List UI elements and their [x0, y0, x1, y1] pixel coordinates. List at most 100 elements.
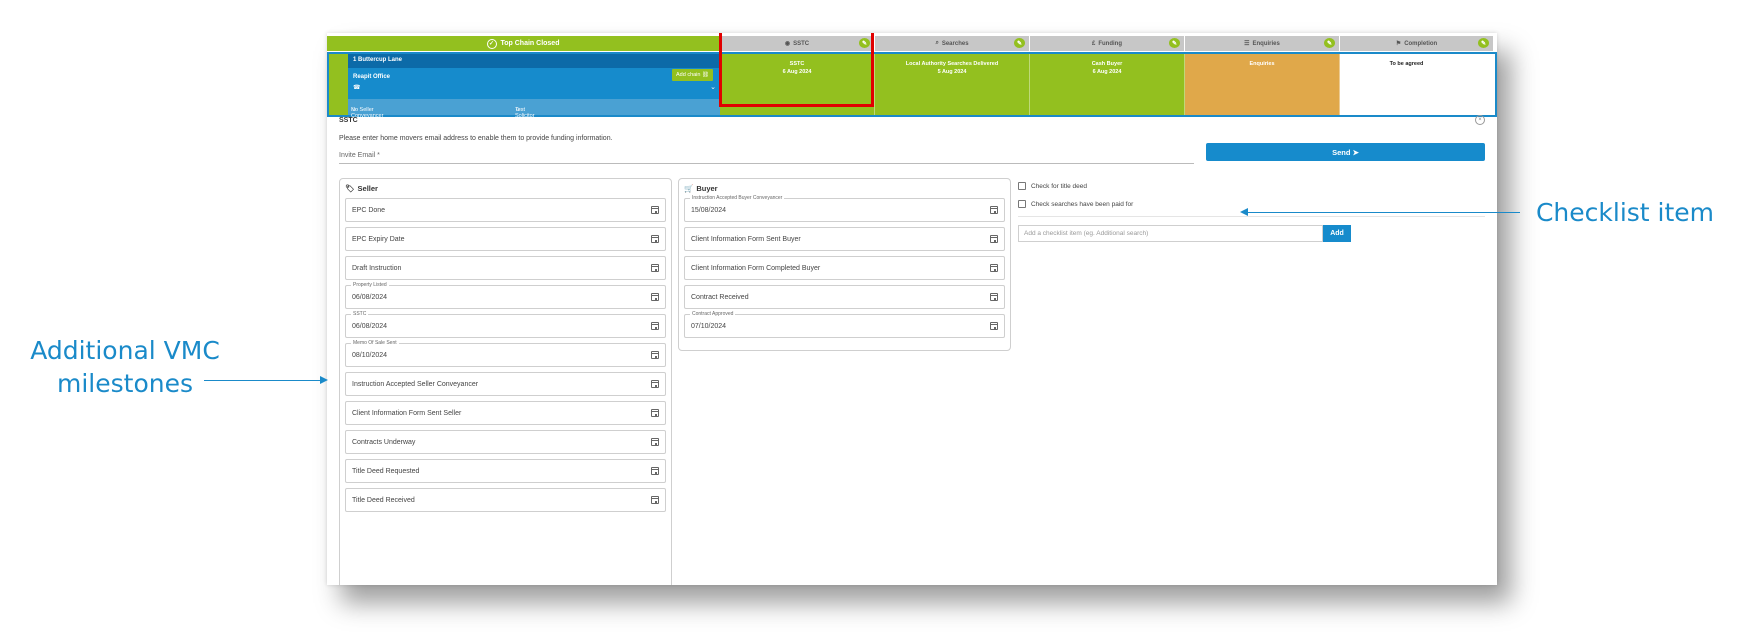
agent-office: Reapit Office: [353, 74, 391, 80]
calendar-icon[interactable]: [990, 293, 998, 301]
field-value: 07/10/2024: [691, 322, 727, 330]
field-value: Client Information Form Sent Buyer: [691, 235, 801, 243]
seller-date-field[interactable]: Title Deed Requested: [345, 459, 666, 483]
invite-email-input[interactable]: Invite Email *: [339, 152, 1194, 164]
checkbox[interactable]: [1018, 182, 1026, 190]
highlight-box: [719, 33, 874, 107]
stage-funding[interactable]: £ Funding ✎: [1030, 36, 1185, 51]
annotation-checklist-item: Checklist item: [1530, 196, 1720, 229]
buyer-date-field[interactable]: Contract Received: [684, 285, 1005, 309]
checkbox[interactable]: [1018, 200, 1026, 208]
field-value: Client Information Form Sent Seller: [352, 409, 462, 417]
calendar-icon[interactable]: [651, 235, 659, 243]
add-chain-button[interactable]: Add chain ⛓: [672, 69, 713, 81]
checklist-item-label: Check for title deed: [1031, 182, 1088, 190]
cell-date: 6 Aug 2024: [1092, 69, 1122, 75]
buyer-date-field[interactable]: Client Information Form Completed Buyer: [684, 256, 1005, 280]
calendar-icon[interactable]: [651, 206, 659, 214]
stage-searches[interactable]: ⌕ Searches ✎: [875, 36, 1030, 51]
stage-top-label: Top Chain Closed: [500, 40, 560, 47]
edit-icon[interactable]: ✎: [1478, 38, 1489, 48]
field-floating-label: Memo Of Sale Sent: [351, 340, 399, 346]
panel-info: Please enter home movers email address t…: [339, 135, 613, 142]
cell-title: Cash Buyer: [1091, 61, 1123, 67]
annotation-line2: milestones: [57, 369, 193, 398]
link-icon: ⛓: [702, 72, 709, 78]
seller-date-field[interactable]: Client Information Form Sent Seller: [345, 401, 666, 425]
send-label: Send: [1332, 147, 1351, 157]
edit-icon[interactable]: ✎: [1169, 38, 1180, 48]
field-value: 06/08/2024: [352, 322, 388, 330]
chevron-down-icon[interactable]: ⌄: [710, 83, 716, 91]
calendar-icon[interactable]: [651, 264, 659, 272]
buyer-date-field[interactable]: Client Information Form Sent Buyer: [684, 227, 1005, 251]
calendar-icon[interactable]: [651, 467, 659, 475]
property-address[interactable]: 1 Buttercup Lane: [348, 54, 720, 68]
conveyancer-bar: ☺ No Seller Conveyancer ☺ Test Solicitor: [348, 99, 720, 119]
calendar-icon[interactable]: [990, 264, 998, 272]
buyer-card: 🛒 Buyer Instruction Accepted Buyer Convey…: [678, 178, 1011, 351]
seller-date-field[interactable]: Draft Instruction: [345, 256, 666, 280]
seller-date-field[interactable]: Memo Of Sale Sent 08/10/2024: [345, 340, 666, 367]
field-value: EPC Done: [352, 206, 386, 214]
cell-title: To be agreed: [1389, 61, 1424, 67]
checklist-add-button[interactable]: Add: [1323, 225, 1351, 242]
chain-cell-searches[interactable]: Local Authority Searches Delivered 5 Aug…: [875, 54, 1030, 115]
chain-cell-completion[interactable]: To be agreed: [1340, 54, 1473, 115]
calendar-icon[interactable]: [990, 322, 998, 330]
checklist-add-input[interactable]: Add a checklist item (eg. Additional sea…: [1018, 225, 1323, 242]
chain-cell-funding[interactable]: Cash Buyer 6 Aug 2024: [1030, 54, 1185, 115]
checklist-item-label: Check searches have been paid for: [1031, 200, 1134, 208]
buyer-date-field[interactable]: Contract Approved 07/10/2024: [684, 311, 1005, 338]
buyer-date-field[interactable]: Instruction Accepted Buyer Conveyancer 15…: [684, 195, 1005, 222]
buyer-solicitor-label: Test Solicitor: [515, 107, 535, 119]
send-icon: ➤: [1352, 147, 1359, 157]
annotation-arrow-line-left: [204, 380, 322, 381]
calendar-icon[interactable]: [651, 496, 659, 504]
checklist-placeholder: Add a checklist item (eg. Additional sea…: [1024, 230, 1149, 237]
stage-label: Funding: [1098, 40, 1122, 47]
chain-cell-enquiries[interactable]: Enquiries: [1185, 54, 1340, 115]
seller-date-field[interactable]: Property Listed 06/08/2024: [345, 282, 666, 309]
calendar-icon[interactable]: [990, 235, 998, 243]
edit-icon[interactable]: ✎: [1324, 38, 1335, 48]
calendar-icon[interactable]: [651, 380, 659, 388]
seller-date-field[interactable]: SSTC 06/08/2024: [345, 311, 666, 338]
calendar-icon[interactable]: [651, 322, 659, 330]
calendar-icon[interactable]: [651, 409, 659, 417]
checklist-item[interactable]: Check for title deed: [1018, 182, 1087, 190]
seller-date-field[interactable]: Title Deed Received: [345, 488, 666, 512]
annotation-additional-milestones: Additional VMC milestones: [22, 334, 228, 400]
seller-date-field[interactable]: EPC Done: [345, 198, 666, 222]
close-icon[interactable]: ×: [1475, 115, 1485, 125]
send-button[interactable]: Send ➤: [1206, 143, 1485, 161]
stage-label: Searches: [941, 40, 969, 47]
stage-top-chain-closed[interactable]: ✓ Top Chain Closed: [327, 36, 720, 51]
stage-completion[interactable]: ⚑ Completion ✎: [1340, 36, 1493, 51]
field-value: 06/08/2024: [352, 293, 388, 301]
property-card[interactable]: 1 Buttercup Lane Reapit Office ☎ Add cha…: [329, 54, 720, 119]
calendar-icon[interactable]: [651, 293, 659, 301]
seller-date-field[interactable]: Contracts Underway: [345, 430, 666, 454]
search-icon: ⌕: [935, 40, 939, 46]
calendar-icon[interactable]: [990, 206, 998, 214]
seller-date-field[interactable]: EPC Expiry Date: [345, 227, 666, 251]
panel-title: SSTC: [339, 117, 358, 124]
calendar-icon[interactable]: [651, 438, 659, 446]
stage-label: Enquiries: [1252, 40, 1280, 47]
edit-icon[interactable]: ✎: [1014, 38, 1025, 48]
field-value: Client Information Form Completed Buyer: [691, 264, 821, 272]
flag-icon: ⚑: [1395, 41, 1402, 47]
field-value: EPC Expiry Date: [352, 235, 405, 243]
list-icon: ☰: [1244, 41, 1250, 47]
calendar-icon[interactable]: [651, 351, 659, 359]
stage-enquiries[interactable]: ☰ Enquiries ✎: [1185, 36, 1340, 51]
seller-date-field[interactable]: Instruction Accepted Seller Conveyancer: [345, 372, 666, 396]
pound-icon: £: [1091, 40, 1096, 47]
annotation-line1: Additional VMC: [30, 336, 220, 365]
cell-date: 5 Aug 2024: [937, 69, 967, 75]
check-circle-icon: ✓: [486, 38, 497, 49]
cell-title: Enquiries: [1249, 61, 1275, 67]
checklist-item[interactable]: Check searches have been paid for: [1018, 200, 1133, 208]
annotation-right-label: Checklist item: [1535, 198, 1715, 227]
